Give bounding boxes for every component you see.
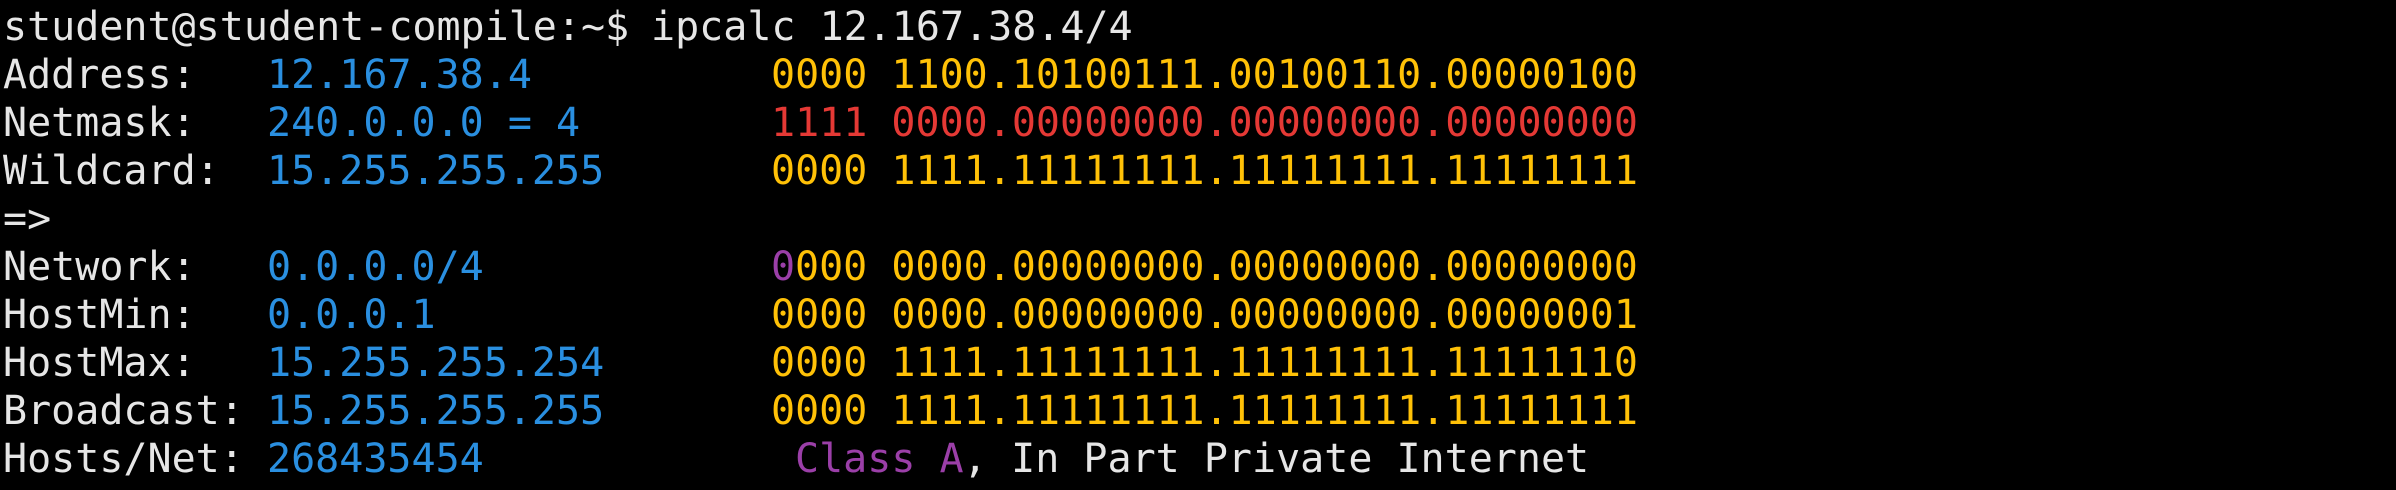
row-binary: 0000 0000.00000000.00000000.00000001: [771, 292, 1638, 338]
row-label: Network:: [3, 244, 196, 290]
row-label: Hosts/Net:: [3, 436, 244, 482]
row-value: 15.255.255.254: [267, 340, 605, 386]
row-binary: 000 0000.00000000.00000000.00000000: [795, 244, 1638, 290]
address-row: Address: 12.167.38.4 0000 1100.10100111.…: [3, 51, 1638, 99]
arrow-text: =>: [3, 196, 52, 242]
broadcast-row: Broadcast: 15.255.255.255 0000 1111.1111…: [3, 387, 1638, 435]
class-note: , In Part Private Internet: [963, 436, 1590, 482]
row-binary: 0000 1111.11111111.11111111.11111110: [771, 340, 1638, 386]
hostmax-row: HostMax: 15.255.255.254 0000 1111.111111…: [3, 339, 1638, 387]
row-label: Address:: [3, 52, 196, 98]
hostmin-row: HostMin: 0.0.0.1 0000 0000.00000000.0000…: [3, 291, 1638, 339]
row-value: 240.0.0.0 = 4: [267, 100, 581, 146]
row-value: 15.255.255.255: [267, 388, 605, 434]
row-label: Wildcard:: [3, 148, 220, 194]
netmask-row: Netmask: 240.0.0.0 = 4 1111 0000.0000000…: [3, 99, 1638, 147]
row-binary: 0000 1111.11111111.11111111.11111111: [771, 388, 1638, 434]
row-value: 0.0.0.1: [267, 292, 436, 338]
network-row: Network: 0.0.0.0/4 0 000 0000.00000000.0…: [3, 243, 1638, 291]
row-binary: 0000 1100.10100111.00100110.00000100: [771, 52, 1638, 98]
row-binary: 1111 0000.00000000.00000000.00000000: [771, 100, 1638, 146]
row-binary: 0000 1111.11111111.11111111.11111111: [771, 148, 1638, 194]
row-label: HostMin:: [3, 292, 196, 338]
row-label: HostMax:: [3, 340, 196, 386]
row-value: 15.255.255.255: [267, 148, 605, 194]
wildcard-row: Wildcard: 15.255.255.255 0000 1111.11111…: [3, 147, 1638, 195]
row-label: Netmask:: [3, 100, 196, 146]
hosts-row: Hosts/Net: 268435454 Class A , In Part P…: [3, 435, 1589, 483]
class-label: Class A: [795, 436, 964, 482]
row-value: 0.0.0.0/4: [267, 244, 484, 290]
terminal-window[interactable]: student@student-compile:~$ ipcalc 12.167…: [0, 0, 2396, 490]
row-value: 12.167.38.4: [267, 52, 532, 98]
arrow-row: =>: [3, 195, 99, 243]
shell-prompt: student@student-compile:~$: [3, 4, 654, 50]
command-line: student@student-compile:~$ ipcalc 12.167…: [3, 3, 1133, 51]
class-bit: 0: [771, 244, 796, 290]
command-text: ipcalc 12.167.38.4/4: [651, 4, 1133, 50]
row-label: Broadcast:: [3, 388, 244, 434]
row-value: 268435454: [267, 436, 484, 482]
